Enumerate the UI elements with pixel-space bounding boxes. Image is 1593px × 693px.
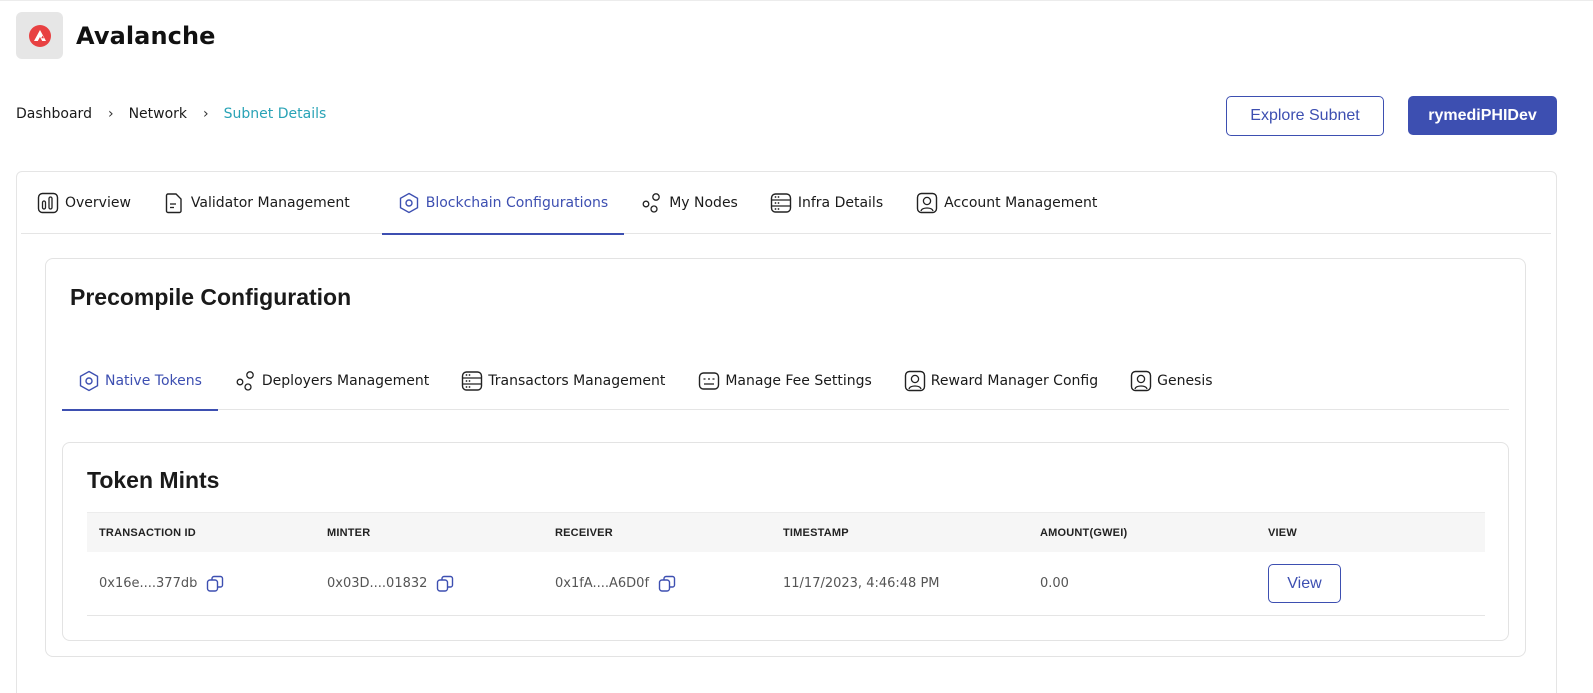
tab-account-management[interactable]: Account Management bbox=[916, 172, 1097, 234]
tab-infra-details[interactable]: Infra Details bbox=[770, 172, 883, 234]
precompile-configuration-card: Precompile Configuration Native Tokens D… bbox=[45, 258, 1526, 657]
table-row: 0x16e....377db 0x03D....01832 0x1fA....A… bbox=[87, 552, 1485, 616]
document-icon bbox=[165, 193, 182, 214]
fee-icon bbox=[699, 371, 720, 390]
minter-address: 0x03D....01832 bbox=[327, 576, 428, 591]
tab-label: My Nodes bbox=[669, 195, 738, 211]
column-header: MINTER bbox=[327, 526, 371, 539]
table-header: TRANSACTION ID MINTER RECEIVER TIMESTAMP… bbox=[87, 512, 1485, 552]
tab-label: Blockchain Configurations bbox=[425, 195, 609, 211]
breadcrumb-network[interactable]: Network bbox=[129, 106, 187, 122]
nodes-icon bbox=[642, 193, 661, 213]
subtab-label: Reward Manager Config bbox=[930, 372, 1099, 389]
app-title: Avalanche bbox=[76, 21, 216, 50]
timestamp-cell: 11/17/2023, 4:46:48 PM bbox=[783, 576, 940, 591]
token-mints-table: TRANSACTION ID MINTER RECEIVER TIMESTAMP… bbox=[87, 512, 1485, 616]
column-header: TRANSACTION ID bbox=[99, 526, 196, 539]
subtab-genesis[interactable]: Genesis bbox=[1130, 351, 1213, 410]
subtab-label: Native Tokens bbox=[105, 372, 202, 389]
subtab-label: Manage Fee Settings bbox=[725, 372, 872, 389]
column-header: TIMESTAMP bbox=[783, 526, 849, 539]
avalanche-logo-icon[interactable] bbox=[16, 12, 63, 59]
column-header: RECEIVER bbox=[555, 526, 613, 539]
main-tabs: Overview Validator Management Blockchain… bbox=[21, 172, 1551, 235]
column-header: VIEW bbox=[1268, 526, 1297, 539]
subtab-deployers-management[interactable]: Deployers Management bbox=[235, 351, 429, 410]
app-frame: Avalanche Dashboard › Network › Subnet D… bbox=[0, 0, 1593, 693]
nodes-icon bbox=[236, 370, 254, 391]
server-icon bbox=[462, 370, 483, 391]
breadcrumb-dashboard[interactable]: Dashboard bbox=[16, 106, 92, 122]
chart-icon bbox=[37, 192, 59, 214]
token-mints-card: Token Mints TRANSACTION ID MINTER RECEIV… bbox=[62, 442, 1509, 641]
tab-overview[interactable]: Overview bbox=[37, 172, 131, 234]
server-icon bbox=[770, 193, 792, 213]
tab-label: Infra Details bbox=[797, 195, 884, 211]
breadcrumb-separator: › bbox=[107, 106, 114, 122]
subtab-native-tokens[interactable]: Native Tokens bbox=[62, 351, 218, 411]
token-mints-title: Token Mints bbox=[87, 467, 220, 493]
hexagon-icon bbox=[79, 370, 99, 391]
copy-icon[interactable] bbox=[436, 575, 454, 593]
hexagon-icon bbox=[399, 192, 418, 214]
top-border bbox=[0, 0, 1593, 1]
view-button[interactable]: View bbox=[1268, 564, 1341, 603]
breadcrumb-subnet-details: Subnet Details bbox=[223, 106, 327, 122]
precompile-subtabs: Native Tokens Deployers Management Trans… bbox=[62, 351, 1509, 411]
user-account-button[interactable]: rymediPHIDev bbox=[1408, 96, 1557, 135]
tab-label: Validator Management bbox=[190, 195, 350, 211]
explore-subnet-button[interactable]: Explore Subnet bbox=[1226, 96, 1384, 136]
subnet-details-card: Overview Validator Management Blockchain… bbox=[16, 171, 1557, 693]
amount-cell: 0.00 bbox=[1040, 576, 1069, 591]
user-icon bbox=[1130, 370, 1152, 391]
precompile-title: Precompile Configuration bbox=[70, 284, 352, 310]
user-icon bbox=[916, 192, 938, 214]
view-cell: View bbox=[1256, 564, 1485, 603]
user-icon bbox=[904, 370, 925, 391]
column-header: AMOUNT(GWEI) bbox=[1040, 526, 1128, 539]
brand: Avalanche bbox=[16, 12, 216, 59]
breadcrumb: Dashboard › Network › Subnet Details bbox=[16, 106, 326, 122]
minter-cell: 0x03D....01832 bbox=[315, 575, 543, 593]
breadcrumb-separator: › bbox=[203, 106, 209, 122]
subtab-reward-manager-config[interactable]: Reward Manager Config bbox=[904, 351, 1098, 410]
copy-icon[interactable] bbox=[658, 575, 676, 593]
tab-validator-management[interactable]: Validator Management bbox=[163, 172, 350, 234]
receiver-address: 0x1fA....A6D0f bbox=[555, 576, 650, 591]
subtab-transactors-management[interactable]: Transactors Management bbox=[461, 351, 665, 410]
subtab-label: Deployers Management bbox=[261, 372, 430, 389]
subtab-label: Genesis bbox=[1157, 372, 1213, 389]
tab-blockchain-configurations[interactable]: Blockchain Configurations bbox=[381, 172, 625, 235]
subtab-manage-fee-settings[interactable]: Manage Fee Settings bbox=[698, 351, 872, 410]
tab-label: Account Management bbox=[944, 195, 1098, 211]
subtab-label: Transactors Management bbox=[488, 372, 666, 389]
tab-my-nodes[interactable]: My Nodes bbox=[641, 172, 738, 234]
transaction-id-cell: 0x16e....377db bbox=[87, 575, 315, 593]
receiver-cell: 0x1fA....A6D0f bbox=[543, 575, 771, 593]
copy-icon[interactable] bbox=[206, 575, 224, 593]
transaction-id: 0x16e....377db bbox=[99, 576, 198, 591]
tab-label: Overview bbox=[65, 195, 131, 211]
